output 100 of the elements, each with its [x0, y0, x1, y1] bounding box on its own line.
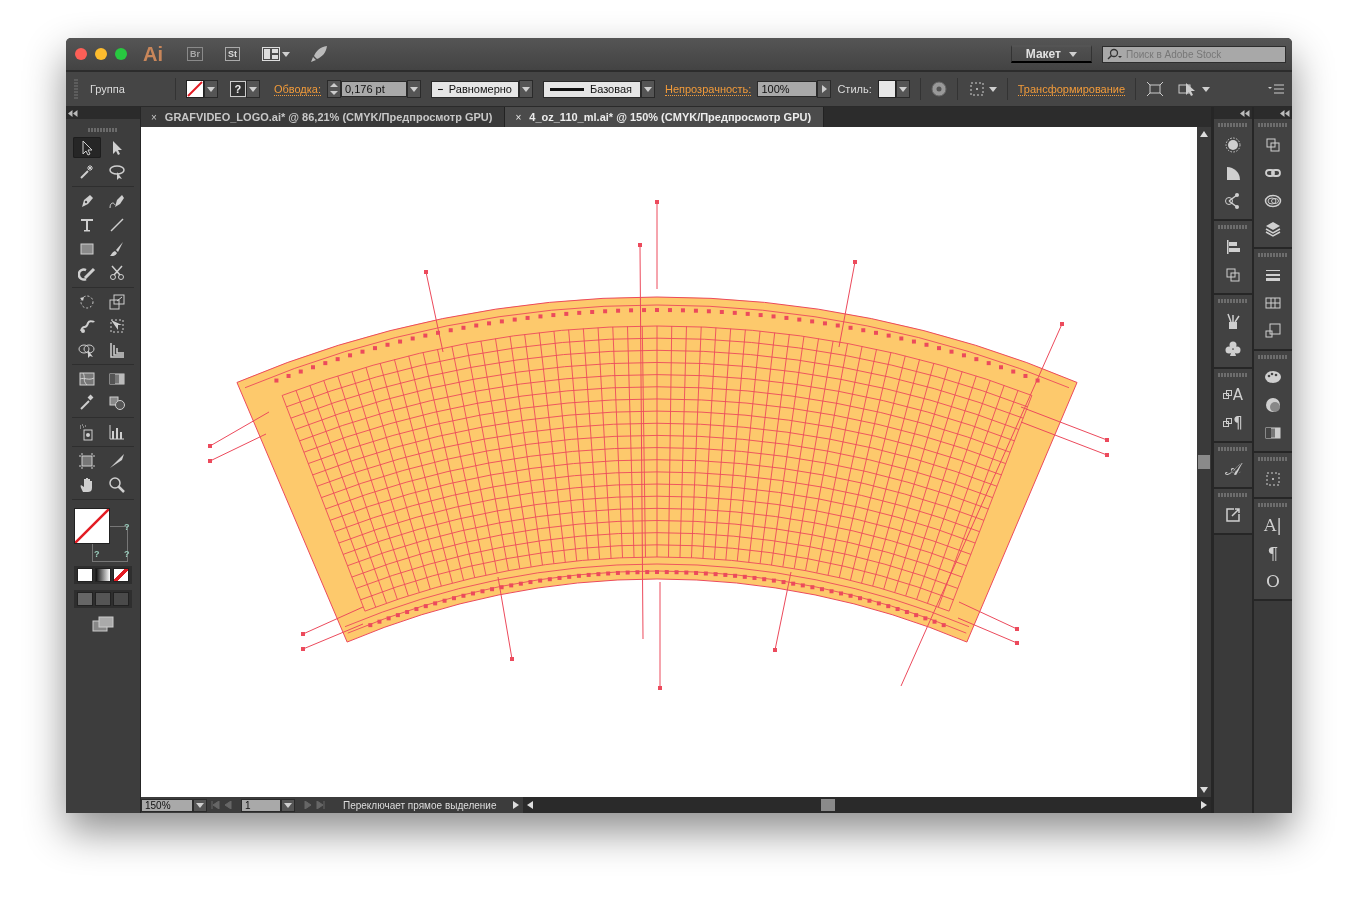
selection-label: Группа: [90, 83, 125, 95]
tool-button[interactable]: [73, 137, 101, 158]
unknown-mark: ?: [124, 549, 130, 559]
scroll-thumb[interactable]: [820, 799, 835, 811]
line-icon: [550, 87, 584, 91]
unknown-mark: ?: [94, 549, 100, 559]
collapse-icon[interactable]: [68, 109, 78, 117]
align-bars-icon: [1224, 237, 1242, 256]
perspective-grid-icon: [108, 340, 126, 359]
unknown-mark: ?: [124, 522, 130, 532]
grip-icon: [1218, 373, 1248, 377]
document-tab[interactable]: × GRAFVIDEO_LOGO.ai* @ 86,21% (CMYK/Предпросмотр GPU): [141, 107, 506, 127]
isolate-icon[interactable]: [1178, 81, 1197, 97]
workspace-menu[interactable]: Макет: [1010, 45, 1092, 63]
panel-button[interactable]: A: [1221, 384, 1245, 405]
dropdown-button[interactable]: [193, 798, 207, 812]
overlap-squares-icon: [1224, 265, 1242, 284]
caret-icon: [206, 86, 215, 92]
page-field[interactable]: 1: [241, 798, 281, 812]
dropdown-button[interactable]: [281, 798, 295, 812]
no-fill-swatch[interactable]: [185, 80, 204, 98]
line-icon: [438, 87, 443, 91]
color-wheel-icon[interactable]: [930, 81, 947, 97]
free-transform-icon: [108, 316, 126, 335]
bridge-button[interactable]: Br: [187, 47, 203, 61]
grip-icon: [1218, 123, 1248, 127]
scale-icon: [108, 292, 126, 311]
fill-stroke-widget[interactable]: ? ? ?: [74, 508, 132, 560]
search-icon: [1107, 48, 1123, 60]
status-message: Переключает прямое выделение: [342, 799, 498, 811]
left-arrow-icon[interactable]: [526, 801, 533, 809]
draw-normal-button[interactable]: [77, 592, 93, 606]
grip-icon: [1258, 355, 1288, 359]
caret-icon: [410, 86, 418, 92]
panel-menu-icon[interactable]: [1268, 84, 1284, 94]
caret-icon: [284, 802, 292, 808]
mesh-icon: [78, 369, 96, 388]
grip-icon: [1258, 253, 1288, 257]
caret-icon: [1069, 51, 1077, 57]
opacity-link[interactable]: Непрозрачность:: [665, 82, 752, 96]
horizontal-scrollbar[interactable]: [522, 797, 1211, 813]
right-arrow-icon[interactable]: [1201, 801, 1207, 809]
caret-icon: [196, 802, 204, 808]
collapse-icon[interactable]: [1240, 109, 1250, 117]
document-tab[interactable]: × 4_oz_110_ml.ai* @ 150% (CMYK/Предпросмотр GPU): [505, 107, 825, 127]
down-arrow-icon[interactable]: [1200, 787, 1208, 793]
grip-icon: [1218, 493, 1248, 497]
align-center-icon[interactable]: [1146, 81, 1165, 97]
brush-dropdown[interactable]: Базовая: [543, 80, 641, 98]
close-tab-button[interactable]: ×: [515, 111, 522, 123]
grip-icon: [1218, 447, 1248, 451]
scroll-thumb[interactable]: [1198, 455, 1210, 469]
grip-icon: [88, 128, 118, 132]
line-icon: [108, 215, 126, 234]
stroke-weight-field[interactable]: 0,176 pt: [341, 81, 407, 97]
style-swatch[interactable]: [877, 80, 896, 98]
brush-cup-icon: [1224, 311, 1242, 330]
collapse-icon[interactable]: [1280, 109, 1290, 117]
wand-icon: [78, 162, 96, 181]
squares-icon: [1223, 417, 1234, 428]
caret-icon: [282, 51, 290, 57]
artboard-squares-icon: [1264, 321, 1282, 340]
arrow-button[interactable]: [817, 80, 832, 98]
dotted-box-icon: [1264, 469, 1282, 488]
caret-icon: [644, 86, 652, 92]
zoom-field[interactable]: 150%: [141, 798, 193, 812]
dotted-circle-icon: [1224, 135, 1242, 154]
panel-button[interactable]: ¶: [1261, 542, 1285, 563]
zoom-button[interactable]: [115, 48, 127, 60]
panel-button[interactable]: O: [1261, 570, 1285, 591]
spinner-icon[interactable]: [327, 80, 341, 98]
close-tab-button[interactable]: ×: [151, 111, 157, 123]
overlap-squares-icon: [1264, 135, 1282, 154]
minimize-button[interactable]: [95, 48, 107, 60]
transform-link[interactable]: Трансформирование: [1017, 82, 1126, 96]
none-button[interactable]: [113, 568, 129, 582]
opacity-field[interactable]: 100%: [757, 81, 818, 97]
color-button[interactable]: [77, 568, 93, 582]
play-icon[interactable]: [512, 801, 519, 809]
stroke-swatch[interactable]: ?: [229, 81, 246, 97]
caret-icon: [522, 86, 530, 92]
gradient-button[interactable]: [95, 568, 111, 582]
sphere-icon: [1264, 395, 1282, 414]
screen-mode-icon[interactable]: [92, 616, 114, 632]
layout-icon[interactable]: [262, 47, 280, 61]
stock-button[interactable]: St: [225, 47, 240, 61]
grip-icon: [1258, 123, 1288, 127]
caret-icon: [898, 86, 907, 92]
layers-stack-icon: [1264, 219, 1282, 238]
vertical-scrollbar[interactable]: [1197, 127, 1211, 797]
close-button[interactable]: [75, 48, 87, 60]
caret-icon: [248, 86, 257, 92]
lasso-icon: [108, 162, 126, 181]
triangle-icon: [821, 85, 827, 93]
profile-dropdown[interactable]: Равномерно: [431, 80, 519, 98]
grip-icon: [1258, 503, 1288, 507]
panel-button[interactable]: ¶: [1221, 412, 1245, 433]
up-arrow-icon[interactable]: [1200, 131, 1208, 137]
stroke-link[interactable]: Обводка:: [273, 82, 321, 96]
panel-button[interactable]: A|: [1261, 514, 1285, 535]
